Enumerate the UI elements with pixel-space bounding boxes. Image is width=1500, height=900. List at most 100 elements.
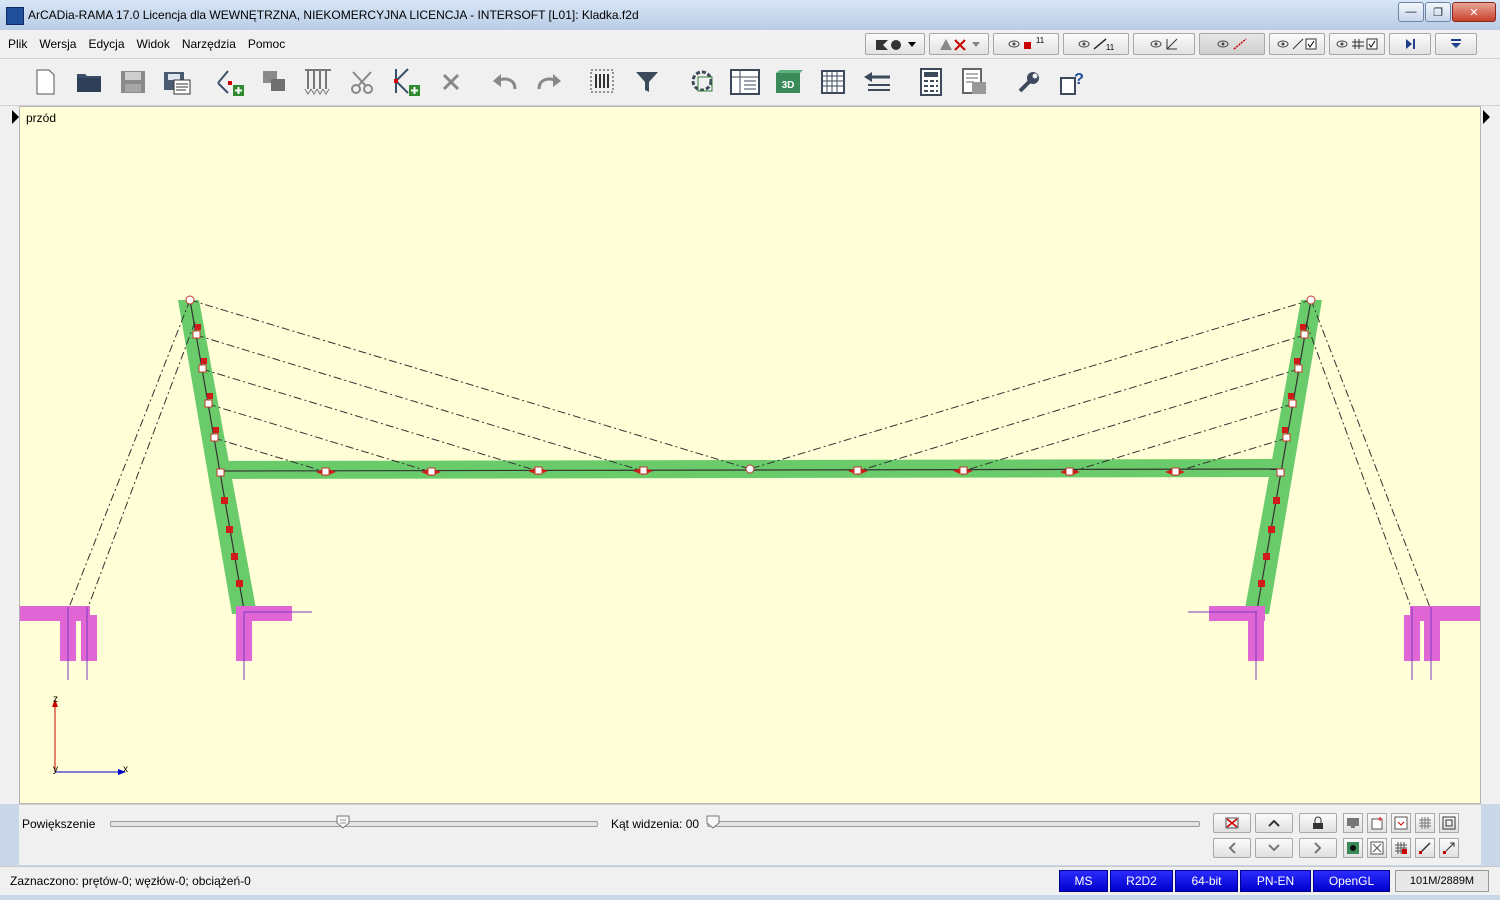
node[interactable] bbox=[1288, 399, 1297, 408]
right-pylon-envelope[interactable] bbox=[1244, 300, 1322, 614]
node[interactable] bbox=[236, 580, 243, 587]
hinge-node[interactable] bbox=[1306, 295, 1316, 305]
supports-visibility-toggle[interactable] bbox=[1133, 33, 1195, 55]
node[interactable] bbox=[1065, 467, 1074, 476]
node[interactable] bbox=[198, 364, 207, 373]
node[interactable] bbox=[959, 466, 968, 475]
node[interactable] bbox=[231, 553, 238, 560]
grid-view-button[interactable] bbox=[1415, 813, 1435, 833]
node[interactable] bbox=[226, 526, 233, 533]
reset-view-button[interactable] bbox=[1213, 813, 1251, 833]
add-node-button[interactable] bbox=[214, 65, 248, 99]
node[interactable] bbox=[204, 399, 213, 408]
save-button[interactable] bbox=[116, 65, 150, 99]
pan-left-button[interactable] bbox=[1213, 838, 1251, 858]
zoom-slider[interactable] bbox=[110, 821, 598, 827]
add-load-button[interactable] bbox=[302, 65, 336, 99]
toolbar-options-button[interactable] bbox=[1435, 33, 1477, 55]
fit-view-button[interactable] bbox=[1439, 813, 1459, 833]
drawing-canvas[interactable]: przód z x y bbox=[19, 106, 1481, 804]
minimize-button[interactable]: — bbox=[1398, 2, 1424, 22]
menu-pomoc[interactable]: Pomoc bbox=[248, 37, 285, 51]
close-button[interactable]: ✕ bbox=[1452, 2, 1496, 22]
node[interactable] bbox=[1294, 364, 1303, 373]
hinge-node[interactable] bbox=[185, 295, 195, 305]
help-button[interactable]: ? bbox=[1056, 65, 1090, 99]
view-options-button[interactable] bbox=[1391, 813, 1411, 833]
add-view-button[interactable] bbox=[1367, 813, 1387, 833]
node[interactable] bbox=[213, 427, 219, 433]
node[interactable] bbox=[1258, 580, 1265, 587]
menu-wersja[interactable]: Wersja bbox=[39, 37, 76, 51]
open-file-button[interactable] bbox=[72, 65, 106, 99]
filter-button[interactable] bbox=[630, 65, 664, 99]
settings-button[interactable] bbox=[1012, 65, 1046, 99]
loads-visibility-toggle[interactable] bbox=[1199, 33, 1265, 55]
view-angle-slider[interactable] bbox=[707, 821, 1200, 827]
select-region-button[interactable] bbox=[586, 65, 620, 99]
grid-settings-button[interactable] bbox=[1391, 838, 1411, 858]
support-left[interactable] bbox=[236, 606, 312, 680]
table-button[interactable] bbox=[728, 65, 762, 99]
node[interactable] bbox=[201, 358, 207, 364]
node[interactable] bbox=[1263, 553, 1270, 560]
node[interactable] bbox=[1268, 526, 1275, 533]
node[interactable] bbox=[853, 466, 862, 475]
maximize-button[interactable]: ❐ bbox=[1425, 2, 1451, 22]
node[interactable] bbox=[207, 393, 213, 399]
node[interactable] bbox=[221, 497, 228, 504]
node-numbers-toggle[interactable]: 11 bbox=[993, 33, 1059, 55]
grid-table-button[interactable] bbox=[816, 65, 850, 99]
calculator-button[interactable] bbox=[914, 65, 948, 99]
clear-view-button[interactable] bbox=[1367, 838, 1387, 858]
node[interactable] bbox=[216, 468, 225, 477]
load-display-dropdown[interactable] bbox=[929, 33, 989, 55]
node[interactable] bbox=[1282, 427, 1288, 433]
redo-button[interactable] bbox=[532, 65, 566, 99]
node[interactable] bbox=[1294, 358, 1300, 364]
sort-button[interactable] bbox=[860, 65, 894, 99]
view-angle-slider-thumb[interactable] bbox=[706, 815, 720, 829]
pan-right-button[interactable] bbox=[1299, 838, 1337, 858]
node[interactable] bbox=[1288, 393, 1294, 399]
menu-widok[interactable]: Widok bbox=[137, 37, 170, 51]
menu-edycja[interactable]: Edycja bbox=[88, 37, 124, 51]
node[interactable] bbox=[1273, 497, 1280, 504]
measure-button[interactable] bbox=[1415, 838, 1435, 858]
node[interactable] bbox=[321, 467, 330, 476]
zoom-slider-thumb[interactable] bbox=[336, 815, 350, 829]
node[interactable] bbox=[1300, 330, 1309, 339]
lock-view-button[interactable] bbox=[1299, 813, 1337, 833]
node[interactable] bbox=[1282, 433, 1291, 442]
delete-button[interactable] bbox=[434, 65, 468, 99]
node[interactable] bbox=[1171, 467, 1180, 476]
bar-visibility-toggle[interactable] bbox=[1269, 33, 1325, 55]
bar-numbers-toggle[interactable]: 11 bbox=[1063, 33, 1129, 55]
pan-down-button[interactable] bbox=[1255, 838, 1293, 858]
grid-visibility-toggle[interactable] bbox=[1329, 33, 1385, 55]
view-3d-button[interactable]: 3D bbox=[772, 65, 806, 99]
save-as-button[interactable] bbox=[160, 65, 194, 99]
display-mode-dropdown[interactable] bbox=[865, 33, 925, 55]
node[interactable] bbox=[195, 324, 201, 330]
node[interactable] bbox=[192, 330, 201, 339]
node[interactable] bbox=[1300, 324, 1306, 330]
cut-button[interactable] bbox=[346, 65, 380, 99]
copy-button[interactable] bbox=[258, 65, 292, 99]
expand-left-icon[interactable] bbox=[12, 110, 19, 124]
node[interactable] bbox=[210, 433, 219, 442]
undo-button[interactable] bbox=[488, 65, 522, 99]
node[interactable] bbox=[534, 466, 543, 475]
support-far-left[interactable] bbox=[20, 606, 97, 680]
support-far-right[interactable] bbox=[1404, 606, 1481, 680]
view-front-button[interactable] bbox=[1343, 813, 1363, 833]
node[interactable] bbox=[1276, 468, 1285, 477]
menu-narzedzia[interactable]: Narzędzia bbox=[182, 37, 236, 51]
new-file-button[interactable] bbox=[28, 65, 62, 99]
collapse-button[interactable] bbox=[1389, 33, 1431, 55]
add-bar-button[interactable] bbox=[390, 65, 424, 99]
properties-button[interactable] bbox=[686, 65, 720, 99]
render-view-button[interactable] bbox=[1343, 838, 1363, 858]
support-right[interactable] bbox=[1188, 606, 1265, 680]
expand-right-icon[interactable] bbox=[1483, 110, 1490, 124]
